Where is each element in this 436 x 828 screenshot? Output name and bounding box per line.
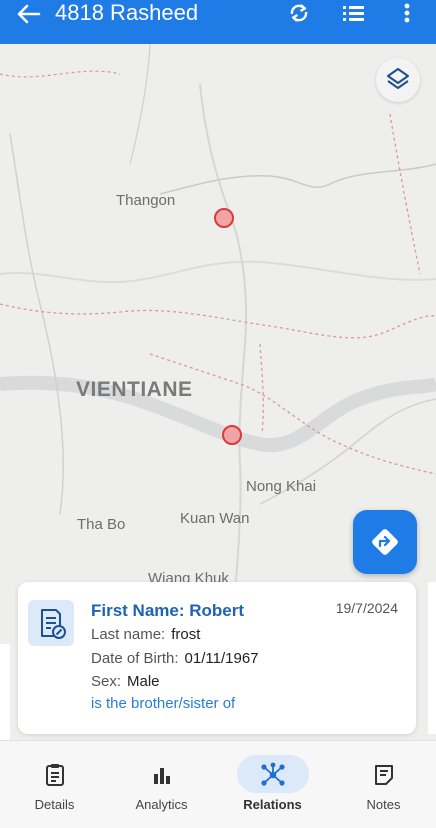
map-label-tha-bo: Tha Bo (77, 516, 126, 533)
map-label-thangon: Thangon (116, 192, 176, 209)
directions-button[interactable] (353, 510, 417, 574)
back-arrow-icon[interactable] (14, 2, 42, 26)
last-name-row: Last name: frost (91, 626, 200, 643)
map-marker[interactable] (222, 425, 242, 445)
map-label-vientiane: VIENTIANE (76, 378, 193, 401)
list-icon[interactable] (341, 1, 367, 25)
nav-label: Notes (366, 797, 401, 812)
last-name-label: Last name: (91, 626, 166, 643)
layers-icon (387, 68, 409, 89)
bar-chart-icon (153, 768, 170, 784)
dob-value: 01/11/1967 (184, 650, 259, 667)
sex-label: Sex: (91, 673, 122, 690)
document-edit-icon (28, 600, 74, 646)
directions-icon (372, 529, 398, 555)
page-title: 4818 Rasheed (55, 0, 199, 25)
more-vert-icon[interactable] (394, 1, 420, 25)
clipboard-icon (45, 764, 64, 786)
sex-row: Sex: Male (91, 673, 160, 690)
nav-details[interactable]: Details (0, 741, 109, 828)
relation-link[interactable]: is the brother/sister of (91, 695, 235, 712)
sync-icon[interactable] (286, 1, 312, 25)
nav-notes[interactable]: Notes (329, 741, 436, 828)
sex-value: Male (127, 673, 160, 690)
first-name: First Name: Robert (91, 601, 245, 620)
next-card-peek[interactable] (428, 582, 436, 734)
network-icon (260, 762, 285, 786)
nav-label: Analytics (135, 797, 188, 812)
dob-label: Date of Birth: (91, 650, 179, 667)
person-card[interactable]: First Name: Robert 19/7/2024 Last name: f… (18, 582, 416, 734)
prev-card-peek[interactable] (0, 644, 10, 740)
nav-analytics[interactable]: Analytics (107, 741, 216, 828)
nav-relations[interactable]: Relations (218, 741, 327, 828)
notes-icon (374, 765, 393, 785)
bottom-navigation: Details Analytics Relations Notes (0, 740, 436, 828)
nav-label: Details (34, 797, 75, 812)
app-bar: 4818 Rasheed (0, 0, 436, 44)
dob-row: Date of Birth: 01/11/1967 (91, 650, 259, 667)
record-date: 19/7/2024 (335, 600, 398, 616)
map-label-kuan-wan: Kuan Wan (180, 510, 250, 527)
last-name-value: frost (171, 626, 201, 643)
nav-label: Relations (243, 797, 302, 812)
map-label-nong-khai: Nong Khai (246, 478, 317, 495)
map-marker[interactable] (214, 208, 234, 228)
layers-button[interactable] (376, 58, 420, 102)
